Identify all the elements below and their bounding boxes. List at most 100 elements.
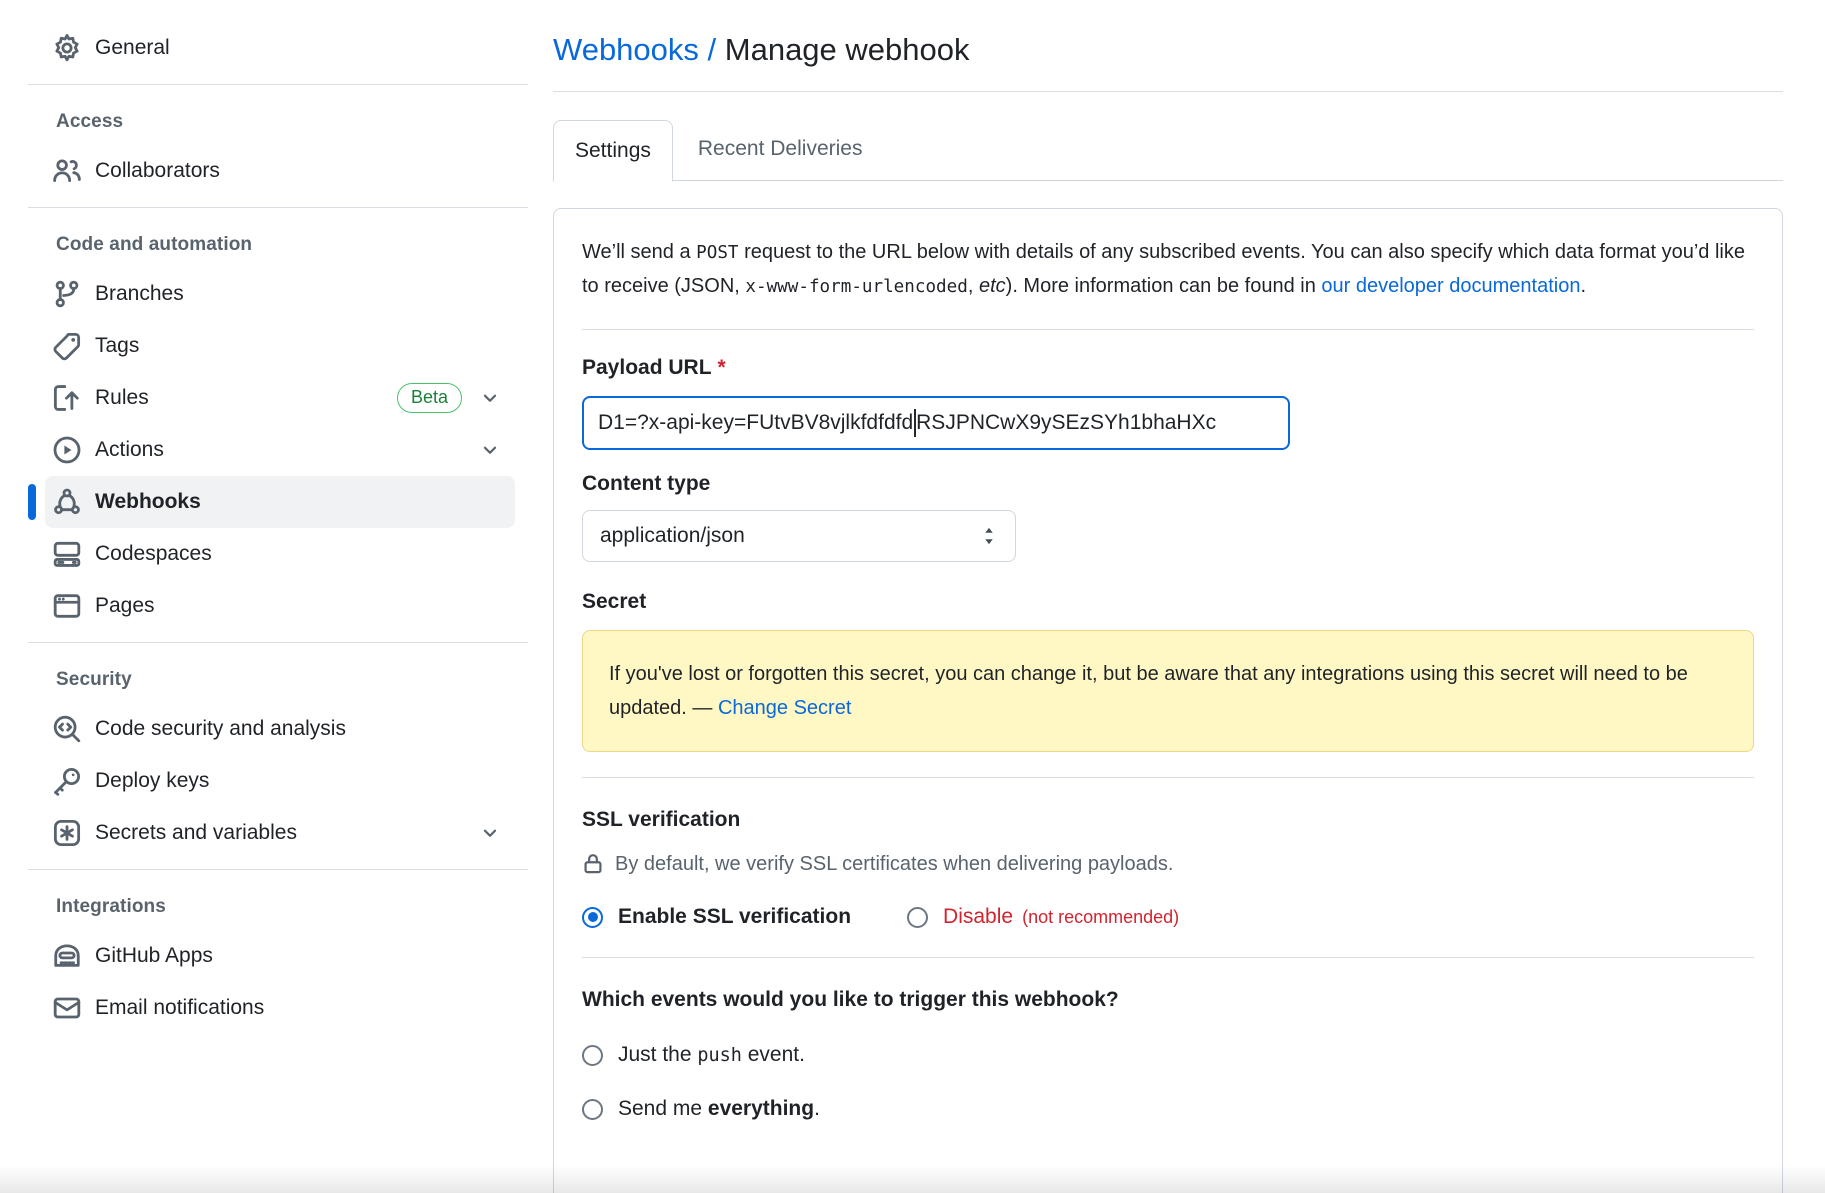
ssl-description: By default, we verify SSL certificates w…: [615, 853, 1173, 876]
sidebar-item-label: Actions: [95, 438, 164, 462]
text-segment: etc: [979, 275, 1006, 297]
chevron-down-icon[interactable]: [480, 388, 500, 408]
code-scan-icon: [52, 714, 82, 744]
disable-ssl-label[interactable]: Disable: [943, 905, 1013, 929]
ssl-radio-row: Enable SSL verification Disable (not rec…: [582, 905, 1754, 929]
sidebar-divider: [28, 869, 528, 870]
browser-icon: [52, 591, 82, 621]
text-segment: .: [1580, 275, 1586, 297]
content-type-select[interactable]: application/json: [582, 510, 1016, 562]
asterisk-icon: [52, 818, 82, 848]
just-push-label[interactable]: Just the push event.: [618, 1043, 805, 1067]
sidebar-item-branches[interactable]: Branches: [45, 268, 515, 320]
sidebar-divider: [28, 642, 528, 643]
content-type-value: application/json: [600, 524, 745, 548]
chevron-down-icon[interactable]: [480, 823, 500, 843]
sidebar-item-label: Codespaces: [95, 542, 212, 566]
ssl-description-row: By default, we verify SSL certificates w…: [582, 852, 1754, 876]
select-arrows-icon: [980, 525, 998, 547]
key-icon: [52, 766, 82, 796]
sidebar-item-secrets-and-variables[interactable]: Secrets and variables: [45, 807, 515, 859]
text-segment: ,: [968, 275, 979, 297]
mail-icon: [52, 993, 82, 1023]
disable-ssl-note: (not recommended): [1022, 907, 1179, 928]
lock-icon: [582, 852, 604, 876]
sidebar-item-label: Code security and analysis: [95, 717, 346, 741]
change-secret-link[interactable]: Change Secret: [718, 697, 851, 719]
text-segment: ). More information can be found in: [1006, 275, 1322, 297]
section-divider: [582, 957, 1754, 958]
tabnav: Settings Recent Deliveries: [553, 118, 1783, 181]
webhook-intro-text: We’ll send a POST request to the URL bel…: [582, 236, 1754, 304]
sidebar-item-label: General: [95, 36, 170, 60]
event-option-everything: Send me everything.: [582, 1097, 1754, 1121]
beta-badge: Beta: [397, 383, 462, 413]
text-segment: event.: [742, 1043, 805, 1066]
sidebar-item-github-apps[interactable]: GitHub Apps: [45, 930, 515, 982]
developer-documentation-link[interactable]: our developer documentation: [1321, 275, 1580, 297]
section-divider: [582, 777, 1754, 778]
gear-icon: [52, 33, 82, 63]
page-title-current: Manage webhook: [725, 32, 970, 67]
enable-ssl-label[interactable]: Enable SSL verification: [618, 905, 851, 929]
sidebar-section-header-code-and-automation: Code and automation: [56, 234, 528, 256]
just-push-radio[interactable]: [582, 1045, 603, 1066]
text-segment: push: [697, 1045, 741, 1066]
tag-icon: [52, 331, 82, 361]
sidebar-item-label: Rules: [95, 386, 149, 410]
sidebar-item-rules[interactable]: Rules Beta: [45, 372, 515, 424]
sidebar-item-label: Branches: [95, 282, 184, 306]
rules-icon: [52, 383, 82, 413]
sidebar-item-general[interactable]: General: [45, 22, 515, 74]
text-segment: x-www-form-urlencoded: [745, 277, 967, 297]
sidebar-item-pages[interactable]: Pages: [45, 580, 515, 632]
sidebar-item-webhooks[interactable]: Webhooks: [45, 476, 515, 528]
required-asterisk: *: [718, 356, 726, 379]
send-everything-label[interactable]: Send me everything.: [618, 1097, 820, 1121]
tab-settings[interactable]: Settings: [553, 120, 673, 182]
sidebar-item-label: Secrets and variables: [95, 821, 297, 845]
section-divider: [582, 329, 1754, 330]
sidebar-item-label: Tags: [95, 334, 139, 358]
sidebar-item-codespaces[interactable]: Codespaces: [45, 528, 515, 580]
text-segment: Send me: [618, 1097, 708, 1120]
page-title: Webhooks / Manage webhook: [553, 0, 1783, 70]
chevron-down-icon[interactable]: [480, 440, 500, 460]
sidebar-item-deploy-keys[interactable]: Deploy keys: [45, 755, 515, 807]
events-heading: Which events would you like to trigger t…: [582, 987, 1754, 1013]
sidebar-divider: [28, 207, 528, 208]
people-icon: [52, 156, 82, 186]
webhooks-breadcrumb-link[interactable]: Webhooks /: [553, 32, 716, 67]
sidebar-item-tags[interactable]: Tags: [45, 320, 515, 372]
payload-url-value-after-caret: RSJPNCwX9ySEzSYh1bhaHXc: [916, 411, 1216, 435]
sidebar-item-label: GitHub Apps: [95, 944, 213, 968]
sidebar-item-collaborators[interactable]: Collaborators: [45, 145, 515, 197]
settings-sidebar: GeneralAccessCollaboratorsCode and autom…: [0, 0, 528, 1034]
enable-ssl-radio[interactable]: [582, 907, 603, 928]
codespaces-icon: [52, 539, 82, 569]
text-segment: POST: [696, 243, 738, 263]
sidebar-item-label: Deploy keys: [95, 769, 209, 793]
sidebar-item-email-notifications[interactable]: Email notifications: [45, 982, 515, 1034]
git-branch-icon: [52, 279, 82, 309]
play-icon: [52, 435, 82, 465]
send-everything-radio[interactable]: [582, 1099, 603, 1120]
sidebar-item-actions[interactable]: Actions: [45, 424, 515, 476]
hubot-icon: [52, 941, 82, 971]
payload-url-input[interactable]: D1=?x-api-key=FUtvBV8vjlkfdfdfdRSJPNCwX9…: [582, 396, 1290, 450]
payload-url-label: Payload URL*: [582, 356, 1754, 380]
sidebar-section-header-integrations: Integrations: [56, 896, 528, 918]
selected-indicator: [28, 484, 36, 520]
sidebar-item-label: Email notifications: [95, 996, 264, 1020]
sidebar-item-label: Pages: [95, 594, 155, 618]
sidebar-divider: [28, 84, 528, 85]
secret-label: Secret: [582, 590, 1754, 614]
ssl-verification-heading: SSL verification: [582, 808, 1754, 832]
sidebar-item-label: Webhooks: [95, 490, 201, 514]
disable-ssl-radio[interactable]: [907, 907, 928, 928]
text-segment: We’ll send a: [582, 241, 696, 263]
sidebar-item-code-security-and-analysis[interactable]: Code security and analysis: [45, 703, 515, 755]
sidebar-item-label: Collaborators: [95, 159, 220, 183]
tab-recent-deliveries[interactable]: Recent Deliveries: [673, 118, 888, 180]
payload-url-value-before-caret: D1=?x-api-key=FUtvBV8vjlkfdfdfd: [598, 411, 913, 435]
